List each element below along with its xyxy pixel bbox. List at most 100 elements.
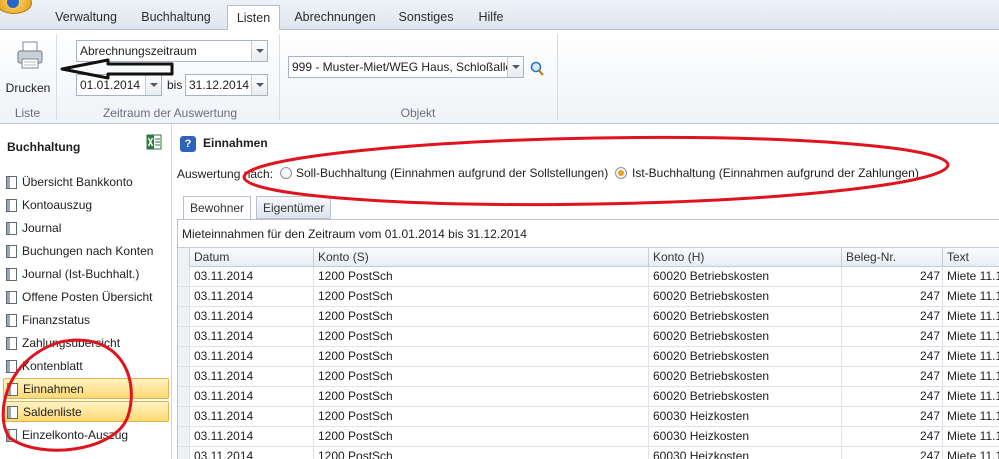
cell-datum: 03.11.2014 [189,307,313,326]
cell-datum: 03.11.2014 [189,327,313,346]
cell-datum: 03.11.2014 [189,347,313,366]
cell-beleg-nr: 247 [841,287,942,306]
row-selector[interactable] [178,407,189,426]
row-selector[interactable] [178,387,189,406]
document-icon [6,291,17,304]
table-row[interactable]: 03.11.2014 1200 PostSch 60020 Betriebskost… [178,387,999,407]
help-icon[interactable]: ? [180,136,196,152]
cell-beleg-nr: 247 [841,327,942,346]
cell-text: Miete 11.14 [942,347,999,366]
cell-datum: 03.11.2014 [189,367,313,386]
table-row[interactable]: 03.11.2014 1200 PostSch 60020 Betriebskost… [178,367,999,387]
tab-eigentuemer[interactable]: Eigentümer [256,196,332,219]
tab-verwaltung[interactable]: Verwaltung [43,7,129,30]
row-selector[interactable] [178,447,189,459]
column-header-beleg-nr[interactable]: Beleg-Nr. [841,248,942,267]
cell-konto-s: 1200 PostSch [313,387,648,406]
row-selector[interactable] [178,427,189,446]
sidebar-item-einzelkonto-auszug[interactable]: Einzelkonto-Auszug [3,425,169,446]
table-row[interactable]: 03.11.2014 1200 PostSch 60030 Heizkosten 24… [178,447,999,459]
page-title: Einnahmen [203,136,268,150]
cell-text: Miete 11.14 [942,407,999,426]
sidebar-item-journal[interactable]: Journal [3,218,169,239]
column-header-konto-s[interactable]: Konto (S) [313,248,648,267]
sidebar-item-buchungen-nach-konten[interactable]: Buchungen nach Konten [3,241,169,262]
table-row[interactable]: 03.11.2014 1200 PostSch 60030 Heizkosten 24… [178,407,999,427]
sidebar-item-uebersicht-bankkonto[interactable]: Übersicht Bankkonto [3,172,169,193]
object-select-value: 999 - Muster-Miet/WEG Haus, Schloßalle [292,60,513,74]
row-selector[interactable] [178,347,189,366]
tab-listen[interactable]: Listen [227,5,280,31]
row-selector[interactable] [178,327,189,346]
document-icon [6,176,17,189]
sidebar-item-finanzstatus[interactable]: Finanzstatus [3,310,169,331]
table-row[interactable]: 03.11.2014 1200 PostSch 60020 Betriebskost… [178,327,999,347]
from-date-field[interactable]: 01.01.2014 [76,74,162,96]
cell-konto-h: 60020 Betriebskosten [648,387,841,406]
table-row[interactable]: 03.11.2014 1200 PostSch 60020 Betriebskost… [178,307,999,327]
cell-text: Miete 11.14 [942,387,999,406]
radio-soll-buchhaltung[interactable] [280,167,292,179]
tab-abrechnungen[interactable]: Abrechnungen [285,7,385,30]
tab-hilfe[interactable]: Hilfe [468,7,514,30]
excel-export-icon[interactable] [146,134,162,150]
liste-group-label: Liste [14,106,41,120]
cell-text: Miete 11.14 [942,447,999,459]
to-date-field[interactable]: 31.12.2014 [185,74,268,96]
table-row[interactable]: 03.11.2014 1200 PostSch 60030 Heizkosten 24… [178,427,999,447]
document-icon [7,406,18,419]
tab-buchhaltung[interactable]: Buchhaltung [131,7,221,30]
cell-konto-h: 60020 Betriebskosten [648,347,841,366]
sidebar-item-journal-ist[interactable]: Journal (Ist-Buchhalt.) [3,264,169,285]
table-row[interactable]: 03.11.2014 1200 PostSch 60020 Betriebskost… [178,347,999,367]
ribbon-separator [279,34,280,120]
tab-bewohner[interactable]: Bewohner [183,196,252,220]
sidebar-item-offene-posten[interactable]: Offene Posten Übersicht [3,287,169,308]
row-selector[interactable] [178,267,189,286]
period-select[interactable]: Abrechnungszeitraum [76,40,268,62]
row-selector[interactable] [178,287,189,306]
row-selector[interactable] [178,307,189,326]
column-header-datum[interactable]: Datum [189,248,313,267]
column-header-konto-h[interactable]: Konto (H) [648,248,841,267]
document-icon [6,337,17,350]
document-icon [6,268,17,281]
row-selector[interactable] [178,367,189,386]
sidebar-item-einnahmen[interactable]: Einnahmen [3,378,169,399]
column-header-text[interactable]: Text [942,248,999,267]
chevron-down-icon[interactable] [507,57,523,77]
tab-sonstiges[interactable]: Sonstiges [390,7,462,30]
printer-icon [17,41,43,69]
sidebar-item-kontenblatt[interactable]: Kontenblatt [3,356,169,377]
sidebar-item-zahlungsuebersicht[interactable]: Zahlungsübersicht [3,333,169,354]
search-icon[interactable] [529,61,545,77]
table-row[interactable]: 03.11.2014 1200 PostSch 60020 Betriebskost… [178,267,999,287]
chevron-down-icon[interactable] [145,75,161,95]
cell-konto-s: 1200 PostSch [313,407,648,426]
cell-beleg-nr: 247 [841,447,942,459]
from-date-value: 01.01.2014 [80,78,141,92]
radio-soll-label[interactable]: Soll-Buchhaltung (Einnahmen aufgrund der… [296,166,608,180]
cell-konto-s: 1200 PostSch [313,307,648,326]
ribbon-tab-bar: Verwaltung Buchhaltung Listen Abrechnung… [0,0,999,31]
sidebar-item-saldenliste[interactable]: Saldenliste [3,401,169,422]
chevron-down-icon[interactable] [251,41,267,61]
cell-datum: 03.11.2014 [189,427,313,446]
cell-beleg-nr: 247 [841,267,942,286]
table-row[interactable]: 03.11.2014 1200 PostSch 60020 Betriebskost… [178,287,999,307]
chevron-down-icon[interactable] [251,75,267,95]
auswertung-label: Auswertung nach: [177,167,274,181]
document-icon [6,222,17,235]
print-button[interactable]: Drucken [4,36,52,100]
sidebar-item-kontoauszug[interactable]: Kontoauszug [3,195,169,216]
object-select[interactable]: 999 - Muster-Miet/WEG Haus, Schloßalle [288,56,524,78]
cell-konto-s: 1200 PostSch [313,347,648,366]
radio-ist-buchhaltung[interactable] [615,167,627,179]
cell-beleg-nr: 247 [841,347,942,366]
radio-ist-label[interactable]: Ist-Buchhaltung (Einnahmen aufgrund der … [632,166,919,180]
cell-beleg-nr: 247 [841,407,942,426]
cell-konto-h: 60020 Betriebskosten [648,367,841,386]
sidebar-title: Buchhaltung [7,140,81,154]
app-menu-orb-icon[interactable] [0,0,32,14]
sidebar-item-label: Journal [22,221,62,235]
